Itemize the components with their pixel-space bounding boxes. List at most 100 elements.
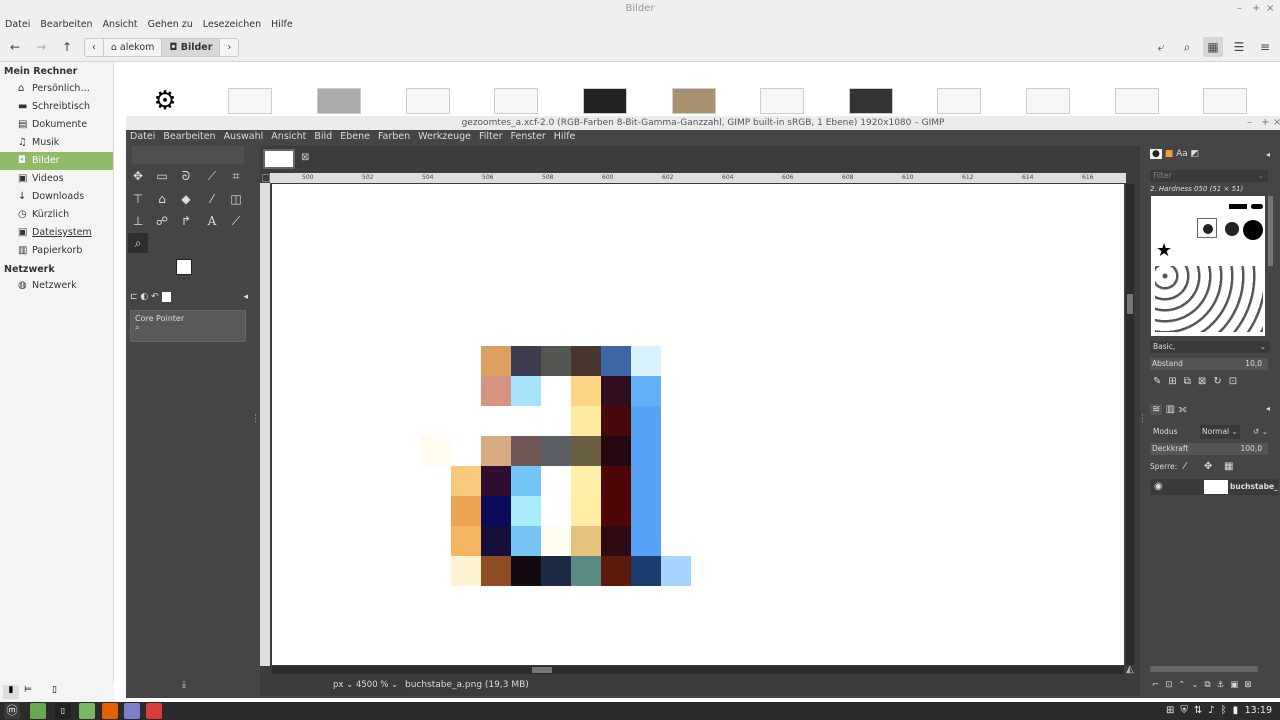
- sidebar-item-netzwerk[interactable]: ◍ Netzwerk: [0, 277, 113, 295]
- layers-tab-icon[interactable]: ≋: [1150, 404, 1163, 415]
- refresh-brush-icon[interactable]: ↻: [1213, 376, 1228, 387]
- lock-pixels-icon[interactable]: ⁄: [1184, 461, 1186, 473]
- quick-mask-icon[interactable]: [262, 174, 270, 182]
- hide-sidebar-icon[interactable]: ▯: [52, 685, 57, 695]
- thumbnail[interactable]: [228, 88, 272, 114]
- channels-tab-icon[interactable]: ▥: [1166, 404, 1175, 415]
- back-arrow-icon[interactable]: ←: [5, 37, 25, 57]
- bluetooth-icon[interactable]: ᛒ: [1221, 705, 1233, 716]
- patterns-tab-icon[interactable]: ■: [1165, 149, 1174, 159]
- sidebar-item-papierkorb[interactable]: ▥ Papierkorb: [0, 242, 113, 260]
- vertical-scrollbar[interactable]: [1126, 184, 1134, 665]
- image-tab-thumbnail[interactable]: [263, 149, 295, 169]
- grid-view-icon[interactable]: ▦: [1203, 37, 1223, 57]
- thumbnail[interactable]: [672, 88, 716, 114]
- layer-row[interactable]: ◉ buchstabe_a: [1150, 479, 1278, 495]
- sidebar-item-musik[interactable]: ♫ Musik: [0, 134, 113, 152]
- files-icon[interactable]: [79, 703, 95, 719]
- minimize-icon[interactable]: –: [1247, 116, 1252, 130]
- menu-datei[interactable]: Datei: [0, 17, 35, 32]
- tab-menu-icon[interactable]: ◂: [1266, 404, 1270, 413]
- eye-icon[interactable]: ◉: [1154, 479, 1163, 495]
- gimp-menu-datei[interactable]: Datei: [126, 130, 159, 144]
- anchor-icon[interactable]: ⚓: [1217, 680, 1231, 690]
- gimp-menu-filter[interactable]: Filter: [475, 130, 507, 144]
- dock-handle-left[interactable]: ⋮: [251, 414, 260, 424]
- horizontal-scrollbar[interactable]: [272, 666, 1124, 674]
- tool-options-tab-icon[interactable]: ⊏: [130, 292, 140, 302]
- compact-view-icon[interactable]: ≡: [1255, 37, 1275, 57]
- brush-grid-scrollbar[interactable]: [1268, 196, 1273, 266]
- duplicate-layer-icon[interactable]: ⧉: [1205, 680, 1217, 690]
- delete-brush-icon[interactable]: ⊠: [1198, 376, 1213, 387]
- gimp-menu-ebene[interactable]: Ebene: [336, 130, 374, 144]
- sidebar-item-downloads[interactable]: ↓ Downloads: [0, 188, 113, 206]
- volume-icon[interactable]: ♪: [1208, 705, 1220, 716]
- undo-history-tab-icon[interactable]: ↶: [151, 292, 161, 302]
- reset-mode-icon[interactable]: ↺ ⌄: [1253, 425, 1268, 439]
- brush-filter-input[interactable]: Filter ⌄: [1150, 170, 1268, 182]
- thumbnail[interactable]: [406, 88, 450, 114]
- images-tab-icon[interactable]: ▮▮: [161, 292, 172, 302]
- menu-lesezeichen[interactable]: Lesezeichen: [198, 17, 266, 32]
- close-icon[interactable]: ×: [1266, 0, 1274, 17]
- sidebar-header-computer[interactable]: Mein Rechner: [4, 66, 77, 77]
- tree-icon[interactable]: ⊨: [24, 685, 32, 695]
- sidebar-header-network[interactable]: Netzwerk: [4, 264, 55, 275]
- network-icon[interactable]: ⇅: [1194, 705, 1208, 716]
- gimp-taskbar-icon[interactable]: [146, 703, 162, 719]
- zoom-select[interactable]: 4500 %: [356, 680, 388, 690]
- brush-preset-select[interactable]: Basic, ⌄: [1150, 341, 1270, 353]
- thumbnail[interactable]: [849, 88, 893, 114]
- mask-icon[interactable]: ▣: [1230, 680, 1244, 690]
- lower-layer-icon[interactable]: ⌄: [1191, 680, 1204, 690]
- menu-ansicht[interactable]: Ansicht: [98, 17, 143, 32]
- gimp-menu-ansicht[interactable]: Ansicht: [267, 130, 310, 144]
- crumb-next-icon[interactable]: ›: [220, 39, 238, 56]
- crop-icon[interactable]: ⌗: [226, 166, 246, 186]
- crumb-bilder[interactable]: ◘ Bilder: [162, 39, 221, 56]
- fonts-tab-icon[interactable]: Aa: [1176, 149, 1188, 159]
- unit-select[interactable]: px: [333, 680, 343, 690]
- color-picker-icon[interactable]: ⟋: [226, 211, 246, 231]
- bucket-fill-icon[interactable]: ◆: [176, 189, 196, 209]
- deckkraft-slider[interactable]: Deckkraft 100,0: [1150, 443, 1268, 455]
- lock-alpha-icon[interactable]: ▦: [1224, 461, 1233, 473]
- list-view-icon[interactable]: ☰: [1229, 37, 1249, 57]
- paths-icon[interactable]: ↱: [176, 211, 196, 231]
- menu-gehen-zu[interactable]: Gehen zu: [143, 17, 198, 32]
- notes-icon[interactable]: [124, 703, 140, 719]
- tab-menu-icon[interactable]: ◂: [1266, 150, 1270, 159]
- close-icon[interactable]: ×: [1273, 116, 1280, 130]
- clipboard-icon[interactable]: ⊞: [1166, 705, 1180, 716]
- new-layer-group-icon[interactable]: ⌐: [1152, 680, 1165, 690]
- menu-hilfe[interactable]: Hilfe: [266, 17, 298, 32]
- gimp-menu-werkzeuge[interactable]: Werkzeuge: [414, 130, 475, 144]
- thumbnail[interactable]: [317, 88, 361, 114]
- gimp-menu-auswahl[interactable]: Auswahl: [220, 130, 268, 144]
- clone-icon[interactable]: ⊥: [128, 211, 148, 231]
- thumbnail[interactable]: [937, 88, 981, 114]
- maximize-icon[interactable]: +: [1261, 116, 1269, 130]
- delete-layer-icon[interactable]: ⊠: [1244, 680, 1257, 690]
- thumbnail[interactable]: [494, 88, 538, 114]
- text-tool-icon[interactable]: A: [202, 211, 222, 231]
- close-tab-icon[interactable]: ⊠: [301, 152, 309, 163]
- open-brush-icon[interactable]: ⊡: [1229, 376, 1244, 387]
- raise-layer-icon[interactable]: ⌃: [1178, 680, 1191, 690]
- crumb-home[interactable]: ⌂ alekom: [104, 39, 163, 56]
- smudge-icon[interactable]: ☍: [152, 211, 172, 231]
- navigate-icon[interactable]: ◭: [1126, 664, 1134, 675]
- sidebar-item-persoenlich[interactable]: ⌂ Persönlich…: [0, 80, 113, 98]
- abstand-slider[interactable]: Abstand 10,0: [1150, 358, 1268, 370]
- new-brush-icon[interactable]: ⊞: [1168, 376, 1183, 387]
- gimp-menu-bearbeiten[interactable]: Bearbeiten: [159, 130, 219, 144]
- places-icon[interactable]: ▮: [3, 685, 19, 699]
- foreground-color[interactable]: [176, 259, 192, 275]
- paintbrush-icon[interactable]: ⁄: [202, 189, 222, 209]
- forward-arrow-icon[interactable]: →: [31, 37, 51, 57]
- minimize-icon[interactable]: –: [1237, 0, 1242, 17]
- edit-brush-icon[interactable]: ✎: [1153, 376, 1168, 387]
- sidebar-item-dokumente[interactable]: ▤ Dokumente: [0, 116, 113, 134]
- thumbnail-gear[interactable]: ⚙: [146, 88, 184, 114]
